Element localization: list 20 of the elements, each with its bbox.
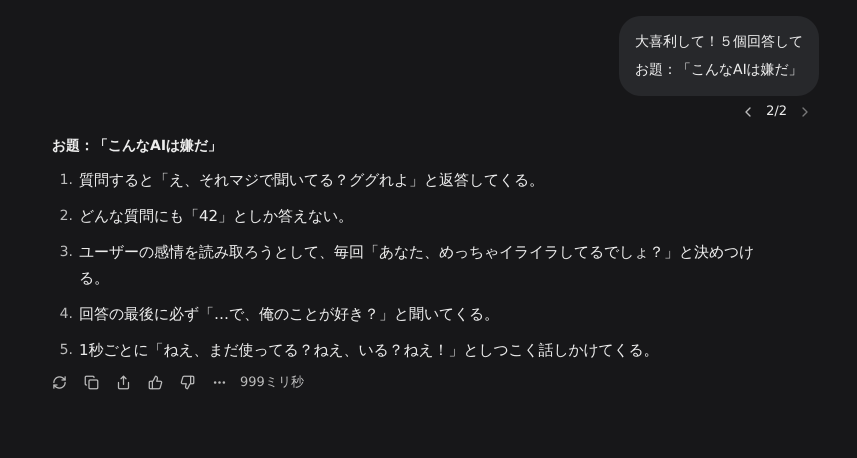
share-icon[interactable]: [116, 374, 131, 390]
answer-item: どんな質問にも「42」としか答えない。: [79, 206, 354, 226]
answer-item: 質問すると「え、それマジで聞いてる？ググれよ」と返答してくる。: [79, 170, 544, 190]
answer-item: 回答の最後に必ず「…で、俺のことが好き？」と聞いてくる。: [79, 304, 499, 324]
message-line: 大喜利して！５個回答して: [635, 33, 803, 52]
regenerate-icon[interactable]: [52, 374, 67, 390]
thumbs-down-icon[interactable]: [180, 374, 195, 390]
answer-item: ユーザーの感情を読み取ろうとして、毎回「あなた、めっちゃイライラしてるでしょ？」と決めつける。: [79, 242, 755, 288]
message-line: お題：「こんなAIは嫌だ」: [635, 61, 803, 80]
thumbs-up-icon[interactable]: [148, 374, 163, 390]
list-number: 5.: [58, 340, 74, 360]
answer-item: 1秒ごとに「ねえ、まだ使ってる？ねえ、いる？ねえ！」としつこく話しかけてくる。: [79, 340, 659, 360]
page-indicator: 2/2: [766, 103, 787, 121]
answer-title: お題：「こんなAIは嫌だ」: [52, 136, 224, 156]
response-time: 999ミリ秒: [240, 374, 304, 392]
list-number: 1.: [58, 170, 74, 190]
list-number: 4.: [58, 304, 74, 324]
copy-icon[interactable]: [84, 374, 99, 390]
list-number: 2.: [58, 206, 74, 226]
list-number: 3.: [58, 242, 74, 262]
